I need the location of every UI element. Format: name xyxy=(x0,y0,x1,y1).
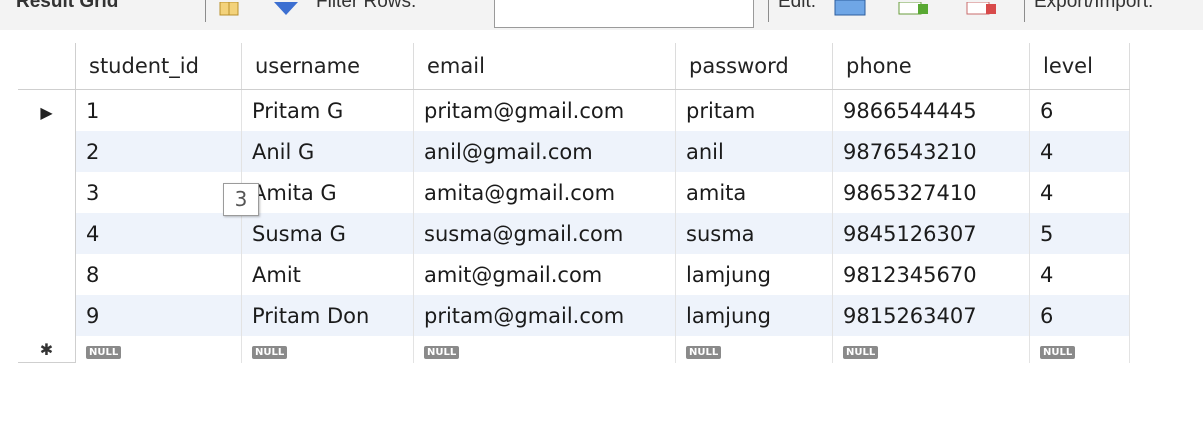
null-cell[interactable]: NULL xyxy=(675,336,833,363)
cell-student-id[interactable]: 8 xyxy=(75,254,242,295)
null-cell[interactable]: NULL xyxy=(1029,336,1130,363)
cell-email[interactable]: amit@gmail.com xyxy=(413,254,676,295)
null-badge: NULL xyxy=(686,346,722,359)
cell-email[interactable]: pritam@gmail.com xyxy=(413,295,676,336)
cell-phone[interactable]: 9815263407 xyxy=(832,295,1030,336)
cell-level[interactable]: 4 xyxy=(1029,254,1130,295)
filter-rows-input[interactable] xyxy=(494,0,754,28)
header-row: student_id username email password phone… xyxy=(18,43,1130,90)
row-header[interactable] xyxy=(18,295,76,336)
toolbar-separator xyxy=(1024,0,1025,22)
row-header[interactable]: ✱ xyxy=(18,336,76,363)
cell-password[interactable]: lamjung xyxy=(675,254,833,295)
row-header[interactable] xyxy=(18,131,76,172)
null-badge: NULL xyxy=(252,346,288,359)
null-badge: NULL xyxy=(1040,346,1076,359)
result-grid: student_id username email password phone… xyxy=(18,43,1130,363)
cell-password[interactable]: anil xyxy=(675,131,833,172)
null-cell[interactable]: NULL xyxy=(241,336,414,363)
cell-email[interactable]: anil@gmail.com xyxy=(413,131,676,172)
column-header-level[interactable]: level xyxy=(1029,43,1130,90)
current-row-marker-icon: ▶ xyxy=(40,102,53,122)
add-row-icon[interactable] xyxy=(898,0,930,15)
new-row[interactable]: ✱ NULL NULL NULL NULL NULL NULL xyxy=(18,336,1130,363)
column-header-username[interactable]: username xyxy=(241,43,414,90)
column-header-phone[interactable]: phone xyxy=(832,43,1030,90)
cell-password[interactable]: lamjung xyxy=(675,295,833,336)
cell-username[interactable]: Pritam G xyxy=(241,89,414,131)
table-row[interactable]: ▶ 1 Pritam G pritam@gmail.com pritam 986… xyxy=(18,89,1130,131)
cell-student-id[interactable]: 1 xyxy=(75,89,242,131)
edit-label: Edit: xyxy=(778,0,817,12)
cell-password[interactable]: susma xyxy=(675,213,833,254)
cell-level[interactable]: 4 xyxy=(1029,131,1130,172)
null-cell[interactable]: NULL xyxy=(832,336,1030,363)
toolbar-separator xyxy=(205,0,206,22)
cell-phone[interactable]: 9876543210 xyxy=(832,131,1030,172)
cell-username[interactable]: Susma G xyxy=(241,213,414,254)
cell-phone[interactable]: 9865327410 xyxy=(832,172,1030,213)
row-header[interactable] xyxy=(18,213,76,254)
table-row[interactable]: 9 Pritam Don pritam@gmail.com lamjung 98… xyxy=(18,295,1130,336)
result-grid-tab[interactable]: Result Grid xyxy=(16,0,118,13)
table-row[interactable]: 2 Anil G anil@gmail.com anil 9876543210 … xyxy=(18,131,1130,172)
cell-email[interactable]: susma@gmail.com xyxy=(413,213,676,254)
cell-student-id[interactable]: 3 xyxy=(75,172,242,213)
row-header[interactable] xyxy=(18,172,76,213)
cell-level[interactable]: 4 xyxy=(1029,172,1130,213)
export-import-label[interactable]: Export/Import: xyxy=(1034,0,1153,13)
cell-level[interactable]: 6 xyxy=(1029,295,1130,336)
edit-form-icon[interactable] xyxy=(834,0,866,16)
cell-password[interactable]: pritam xyxy=(675,89,833,131)
filter-icon xyxy=(272,0,300,15)
null-badge: NULL xyxy=(424,346,460,359)
column-header-email[interactable]: email xyxy=(413,43,676,90)
cell-tooltip: 3 xyxy=(223,183,259,216)
column-header-password[interactable]: password xyxy=(675,43,833,90)
result-grid-icon[interactable] xyxy=(219,0,239,16)
table-row[interactable]: 4 Susma G susma@gmail.com susma 98451263… xyxy=(18,213,1130,254)
new-row-icon: ✱ xyxy=(39,340,54,359)
table-row[interactable]: 3 Amita G amita@gmail.com amita 98653274… xyxy=(18,172,1130,213)
table-row[interactable]: 8 Amit amit@gmail.com lamjung 9812345670… xyxy=(18,254,1130,295)
toolbar-separator xyxy=(768,0,769,22)
null-cell[interactable]: NULL xyxy=(75,336,242,363)
null-badge: NULL xyxy=(843,346,879,359)
cell-email[interactable]: pritam@gmail.com xyxy=(413,89,676,131)
cell-phone[interactable]: 9812345670 xyxy=(832,254,1030,295)
cell-student-id[interactable]: 4 xyxy=(75,213,242,254)
filter-rows-label: Filter Rows: xyxy=(316,0,417,12)
result-toolbar: Result Grid Filter Rows: Edit: Export/Im… xyxy=(0,0,1203,30)
cell-phone[interactable]: 9866544445 xyxy=(832,89,1030,131)
cell-username[interactable]: Pritam Don xyxy=(241,295,414,336)
cell-email[interactable]: amita@gmail.com xyxy=(413,172,676,213)
null-cell[interactable]: NULL xyxy=(413,336,676,363)
column-header-student-id[interactable]: student_id xyxy=(75,43,242,90)
cell-student-id[interactable]: 9 xyxy=(75,295,242,336)
row-header[interactable] xyxy=(18,254,76,295)
cell-level[interactable]: 5 xyxy=(1029,213,1130,254)
corner-cell xyxy=(18,43,76,90)
delete-row-icon[interactable] xyxy=(966,0,998,15)
cell-username[interactable]: Amit xyxy=(241,254,414,295)
cell-level[interactable]: 6 xyxy=(1029,89,1130,131)
cell-phone[interactable]: 9845126307 xyxy=(832,213,1030,254)
null-badge: NULL xyxy=(86,346,122,359)
cell-password[interactable]: amita xyxy=(675,172,833,213)
row-header[interactable]: ▶ xyxy=(18,89,76,131)
cell-username[interactable]: Anil G xyxy=(241,131,414,172)
cell-username[interactable]: Amita G xyxy=(241,172,414,213)
cell-student-id[interactable]: 2 xyxy=(75,131,242,172)
